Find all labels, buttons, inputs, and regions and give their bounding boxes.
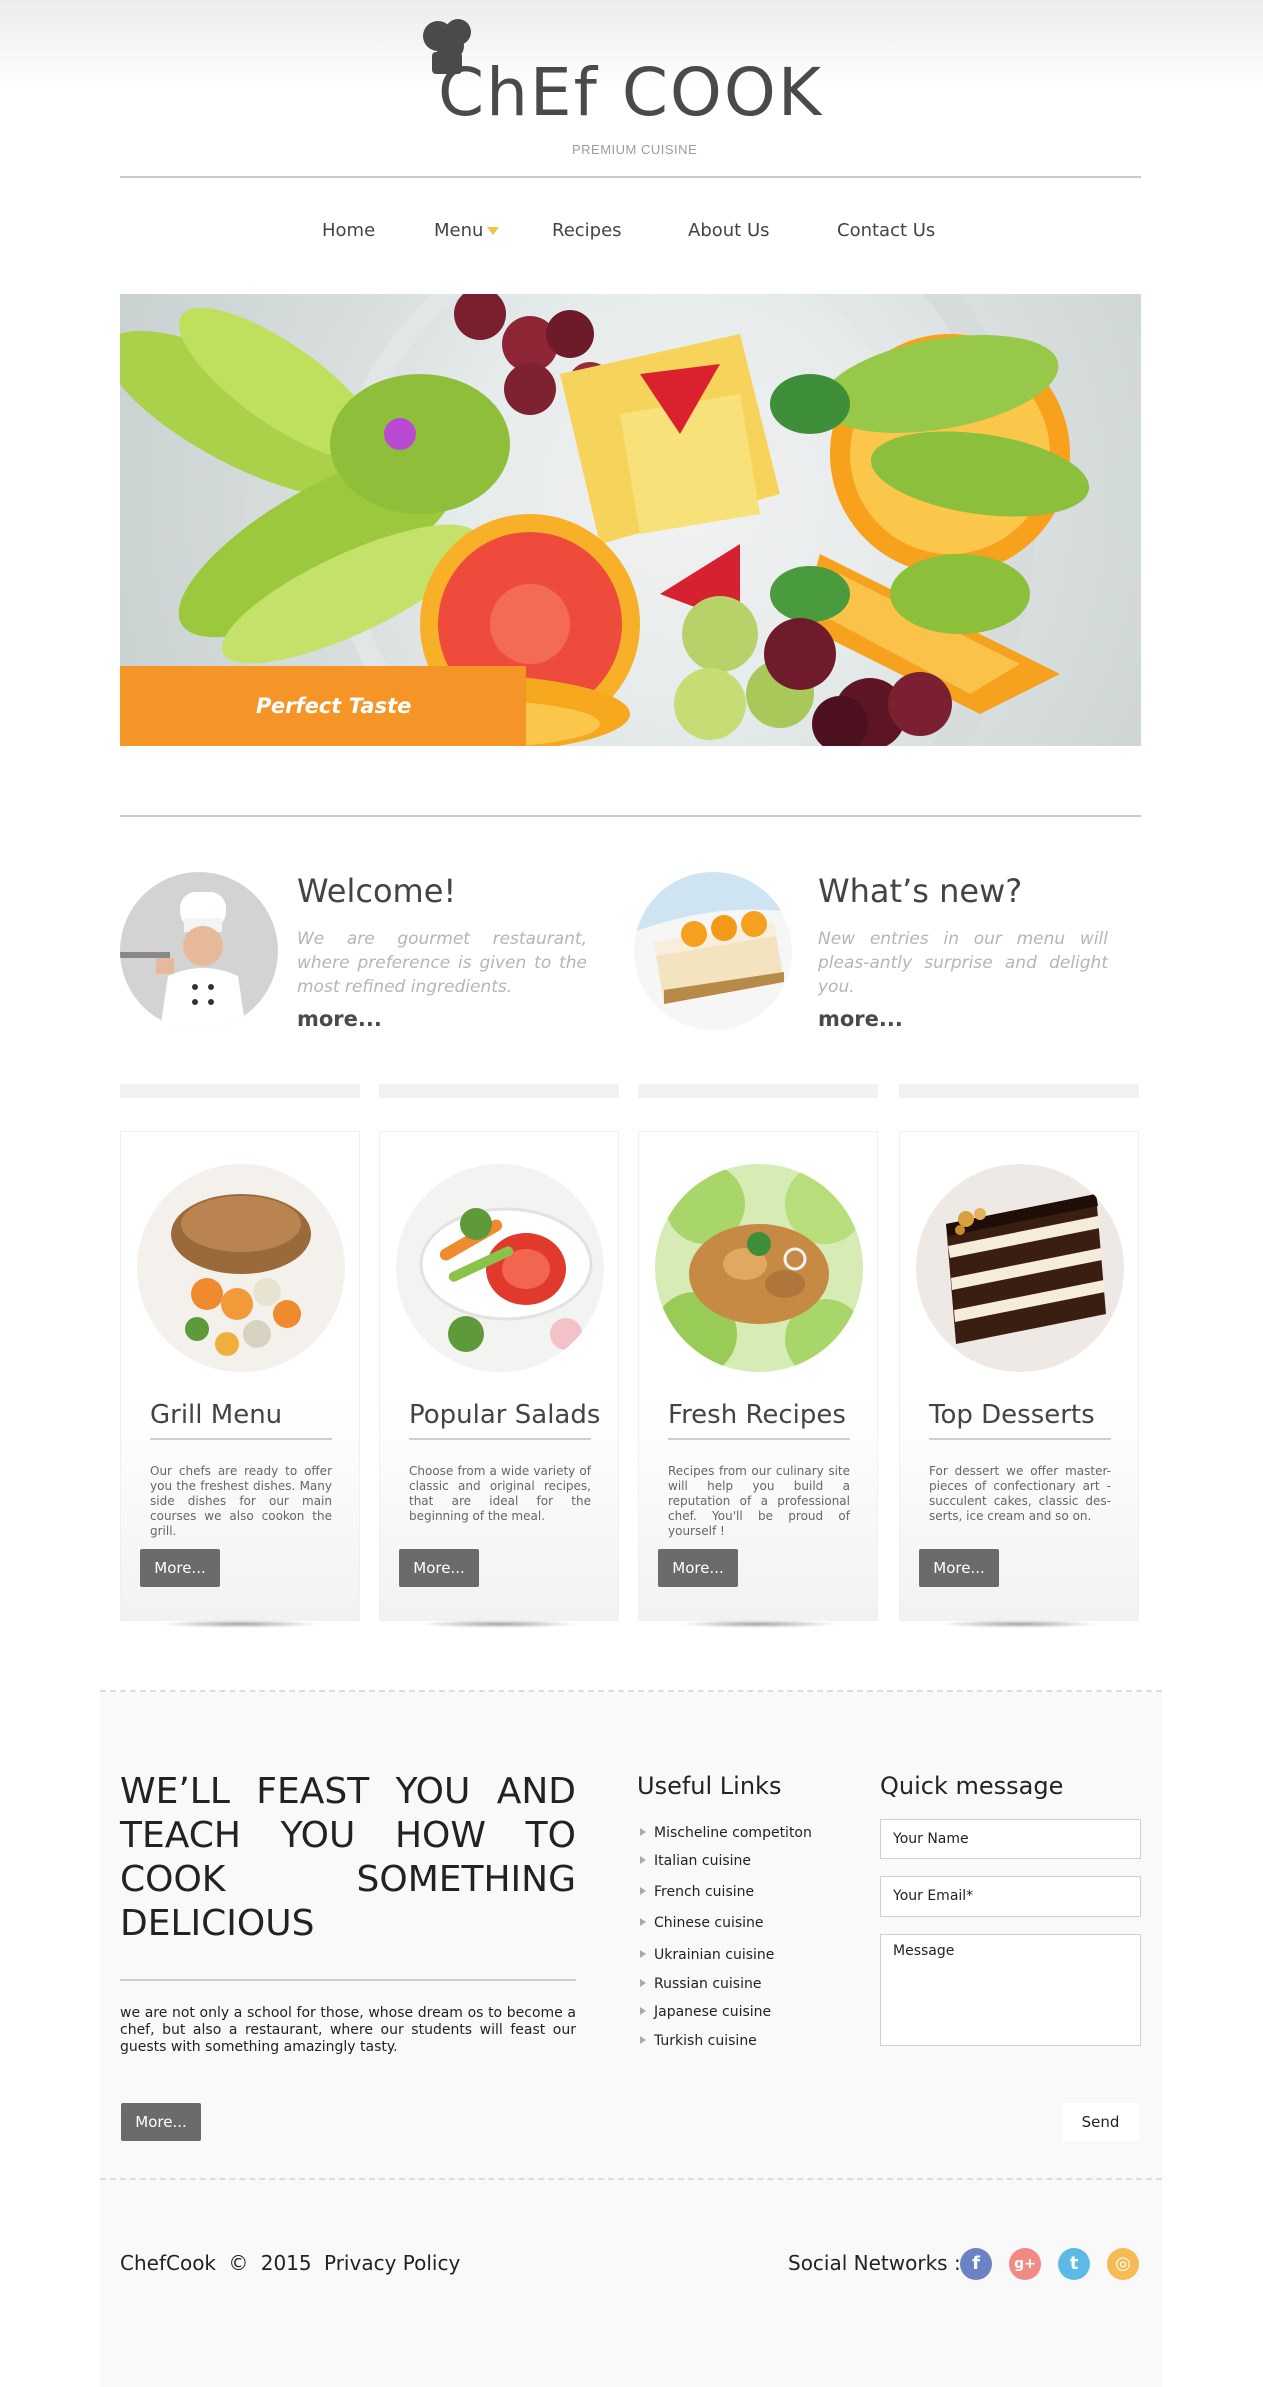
nav-menu[interactable]: Menu: [434, 220, 500, 241]
card-divider: [150, 1438, 332, 1440]
welcome-text: We are gourmet restaurant, where prefere…: [297, 929, 587, 997]
useful-link[interactable]: Chinese cuisine: [640, 1915, 764, 1931]
card-text: Our chefs are ready to offer you the fre…: [150, 1464, 332, 1538]
welcome-more-link[interactable]: more...: [297, 1007, 382, 1031]
logo-text: ChEf COOK: [438, 54, 824, 131]
card-fresh-recipes: Fresh Recipes Recipes from our culinary …: [638, 1131, 878, 1621]
feast-text: we are not only a school for those, whos…: [120, 2005, 576, 2055]
cheesecake-image: [634, 872, 792, 1030]
logo[interactable]: ChEf COOK PREMIUM CUISINE: [420, 18, 840, 163]
feast-divider: [120, 1979, 576, 1981]
nav-home[interactable]: Home: [322, 220, 375, 241]
welcome-title: Welcome!: [297, 872, 457, 910]
useful-link[interactable]: Japanese cuisine: [640, 2004, 771, 2020]
card-shadow: [939, 1620, 1099, 1628]
footer-brand: ChefCook: [120, 2251, 217, 2275]
feast-headline: WE’LL FEAST YOU AND TEACH YOU HOW TO COO…: [120, 1771, 576, 1944]
logo-tagline: PREMIUM CUISINE: [572, 142, 698, 157]
message-field[interactable]: Message: [880, 1934, 1141, 2046]
card-more-button[interactable]: More...: [919, 1549, 999, 1587]
fresh-recipe-image: [655, 1164, 863, 1372]
nav-recipes[interactable]: Recipes: [552, 220, 622, 241]
nav-menu-label: Menu: [434, 220, 484, 241]
quick-message-title: Quick message: [880, 1772, 1064, 1800]
arrow-right-icon: [640, 2036, 646, 2044]
whats-new-title: What’s new?: [818, 872, 1023, 910]
arrow-right-icon: [640, 1856, 646, 1864]
card-title: Top Desserts: [929, 1400, 1095, 1430]
arrow-right-icon: [640, 2007, 646, 2015]
card-text: Recipes from our culinary site will help…: [668, 1464, 850, 1538]
useful-link[interactable]: French cuisine: [640, 1884, 754, 1900]
card-popular-salads: Popular Salads Choose from a wide variet…: [379, 1131, 619, 1621]
card-title: Fresh Recipes: [668, 1400, 846, 1430]
header-divider: [120, 176, 1141, 178]
card-title: Popular Salads: [409, 1400, 601, 1430]
salad-image: [396, 1164, 604, 1372]
card-grill-menu: Grill Menu Our chefs are ready to offer …: [120, 1131, 360, 1621]
card-top-bar: [638, 1084, 878, 1098]
card-top-bar: [379, 1084, 619, 1098]
card-more-button[interactable]: More...: [140, 1549, 220, 1587]
card-shadow: [419, 1620, 579, 1628]
useful-links-title: Useful Links: [637, 1772, 782, 1800]
arrow-right-icon: [640, 1887, 646, 1895]
useful-link[interactable]: Ukrainian cuisine: [640, 1947, 774, 1963]
hero-banner: Perfect Taste: [120, 294, 1141, 746]
arrow-right-icon: [640, 1950, 646, 1958]
card-divider: [668, 1438, 850, 1440]
hero-caption: Perfect Taste: [120, 666, 526, 746]
card-shadow: [160, 1620, 320, 1628]
dashed-divider: [100, 1690, 1162, 1692]
copyright-icon: ©: [228, 2251, 249, 2275]
arrow-right-icon: [640, 1918, 646, 1926]
feast-more-button[interactable]: More...: [121, 2103, 201, 2141]
section-divider: [120, 815, 1141, 817]
dropdown-caret-icon: [487, 227, 500, 235]
useful-link[interactable]: Italian cuisine: [640, 1853, 751, 1869]
chocolate-cake-image: [916, 1164, 1124, 1372]
chef-avatar-image: [120, 872, 278, 1030]
nav-contact-us[interactable]: Contact Us: [837, 220, 935, 241]
google-plus-icon[interactable]: g+: [1009, 2248, 1041, 2280]
arrow-right-icon: [640, 1979, 646, 1987]
nav-about-us[interactable]: About Us: [688, 220, 770, 241]
grilled-chicken-image: [137, 1164, 345, 1372]
social-networks-label: Social Networks :: [788, 2251, 961, 2275]
twitter-icon[interactable]: t: [1058, 2248, 1090, 2280]
card-text: For dessert we offer master-pieces of co…: [929, 1464, 1111, 1523]
footer-copyright: ChefCook © 2015 Privacy Policy: [120, 2251, 466, 2275]
useful-link[interactable]: Mischeline competiton: [640, 1825, 812, 1841]
card-more-button[interactable]: More...: [658, 1549, 738, 1587]
card-top-desserts: Top Desserts For dessert we offer master…: [899, 1131, 1139, 1621]
useful-link[interactable]: Russian cuisine: [640, 1976, 761, 1992]
useful-link[interactable]: Turkish cuisine: [640, 2033, 757, 2049]
privacy-policy-link[interactable]: Privacy Policy: [324, 2251, 460, 2275]
arrow-right-icon: [640, 1828, 646, 1836]
card-shadow: [678, 1620, 838, 1628]
card-divider: [929, 1438, 1111, 1440]
email-field[interactable]: Your Email*: [880, 1876, 1141, 1917]
whats-new-text: New entries in our menu will pleas-antly…: [818, 929, 1108, 997]
card-more-button[interactable]: More...: [399, 1549, 479, 1587]
name-field[interactable]: Your Name: [880, 1819, 1141, 1859]
card-text: Choose from a wide variety of classic an…: [409, 1464, 591, 1523]
footer-year: 2015: [260, 2251, 312, 2275]
main-nav: Home Menu Recipes About Us Contact Us: [0, 220, 1263, 250]
dashed-divider: [100, 2178, 1162, 2180]
card-title: Grill Menu: [150, 1400, 283, 1430]
facebook-icon[interactable]: f: [960, 2248, 992, 2280]
whats-new-more-link[interactable]: more...: [818, 1007, 903, 1031]
card-top-bar: [120, 1084, 360, 1098]
card-divider: [409, 1438, 591, 1440]
send-button[interactable]: Send: [1062, 2103, 1139, 2141]
instagram-icon[interactable]: ◎: [1107, 2248, 1139, 2280]
card-top-bar: [899, 1084, 1139, 1098]
